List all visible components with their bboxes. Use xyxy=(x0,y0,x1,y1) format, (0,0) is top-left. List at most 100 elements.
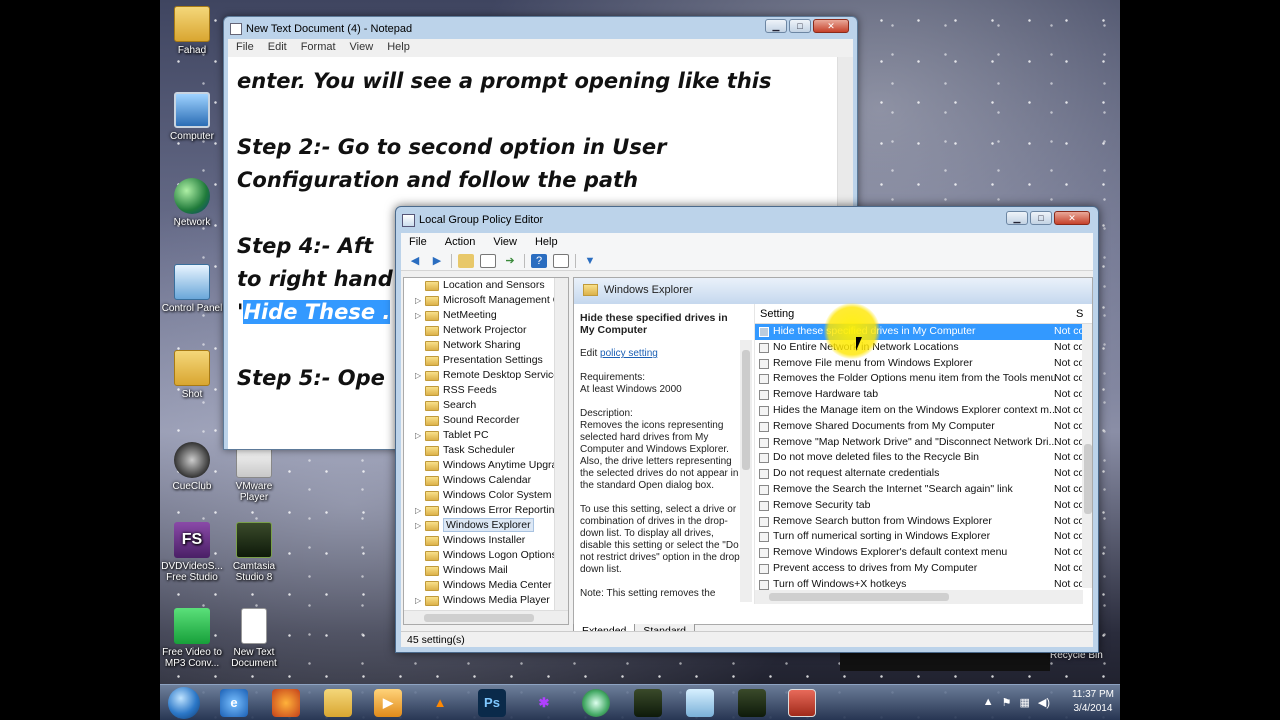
tree-item[interactable]: Sound Recorder xyxy=(404,413,568,428)
desktop-icon-cueclub[interactable]: CueClub xyxy=(160,442,224,492)
close-button[interactable]: ✕ xyxy=(813,19,849,33)
menu-view[interactable]: View xyxy=(493,236,517,248)
firefox-icon[interactable] xyxy=(272,689,300,717)
setting-row[interactable]: No Entire Network in Network Locations No… xyxy=(755,340,1092,356)
setting-row[interactable]: Hide these specified drives in My Comput… xyxy=(755,324,1092,340)
tree-item[interactable]: Search xyxy=(404,398,568,413)
column-state[interactable]: S xyxy=(1076,308,1083,320)
internet-explorer-icon[interactable]: e xyxy=(220,689,248,717)
start-button[interactable] xyxy=(168,687,200,719)
policy-tree[interactable]: Location and Sensors ▷ Microsoft Managemen… xyxy=(403,277,569,625)
group-policy-taskbar-icon[interactable] xyxy=(788,689,816,717)
setting-row[interactable]: Turn off numerical sorting in Windows Ex… xyxy=(755,529,1092,545)
close-button[interactable]: ✕ xyxy=(1054,211,1090,225)
show-hidden-icons-icon[interactable]: ▲ xyxy=(983,696,994,709)
settings-vertical-scrollbar[interactable] xyxy=(1082,324,1092,588)
desktop-icon-vmware[interactable]: VMware Player xyxy=(222,442,286,503)
desktop-icon-camtasia[interactable]: Camtasia Studio 8 xyxy=(222,522,286,583)
menu-action[interactable]: Action xyxy=(445,236,476,248)
help-icon[interactable]: ? xyxy=(531,253,547,268)
tree-item[interactable]: Windows Mail xyxy=(404,563,568,578)
media-player-icon[interactable]: ▶ xyxy=(374,689,402,717)
notepad-titlebar[interactable]: New Text Document (4) - Notepad ▁ □ ✕ xyxy=(224,17,857,39)
setting-row[interactable]: Do not move deleted files to the Recycle… xyxy=(755,450,1092,466)
tree-item[interactable]: ▷ Windows Error Reporting xyxy=(404,503,568,518)
maximize-button[interactable]: □ xyxy=(789,19,811,33)
desktop-icon-new-text-document[interactable]: New Text Document xyxy=(222,608,286,669)
tree-item[interactable]: ▷ Microsoft Management C xyxy=(404,293,568,308)
tree-item[interactable]: ▷ Windows Media Player xyxy=(404,593,568,608)
tree-horizontal-scrollbar[interactable] xyxy=(404,610,568,624)
column-setting[interactable]: Setting xyxy=(760,308,794,320)
network-tray-icon[interactable]: ▦ xyxy=(1019,696,1029,709)
file-explorer-icon[interactable] xyxy=(324,689,352,717)
expand-arrow-icon[interactable]: ▷ xyxy=(415,308,421,323)
desktop-icon-free-video-to-mp3[interactable]: Free Video to MP3 Conv... xyxy=(160,608,224,669)
setting-row[interactable]: Remove Security tab Not co xyxy=(755,498,1092,514)
desktop-icon-dvdvideosoft[interactable]: FS DVDVideoS... Free Studio xyxy=(160,522,224,583)
menu-file[interactable]: File xyxy=(236,41,254,55)
desktop-icon-network[interactable]: Network xyxy=(160,178,224,228)
expand-arrow-icon[interactable]: ▷ xyxy=(415,593,421,608)
forward-arrow-icon[interactable]: ▶ xyxy=(429,254,445,268)
expand-arrow-icon[interactable]: ▷ xyxy=(415,503,421,518)
tree-item[interactable]: Windows Anytime Upgra xyxy=(404,458,568,473)
volume-icon[interactable]: ◀) xyxy=(1038,696,1050,709)
menu-view[interactable]: View xyxy=(350,41,374,55)
expand-arrow-icon[interactable]: ▷ xyxy=(415,293,421,308)
menu-format[interactable]: Format xyxy=(301,41,336,55)
expand-arrow-icon[interactable]: ▷ xyxy=(415,518,421,533)
setting-row[interactable]: Remove "Map Network Drive" and "Disconne… xyxy=(755,435,1092,451)
back-arrow-icon[interactable]: ◀ xyxy=(407,254,423,268)
properties-icon[interactable] xyxy=(553,253,569,268)
tree-item[interactable]: Windows Installer xyxy=(404,533,568,548)
maximize-button[interactable]: □ xyxy=(1030,211,1052,225)
setting-row[interactable]: Removes the Folder Options menu item fro… xyxy=(755,371,1092,387)
desktop-icon-fahad[interactable]: Fahad xyxy=(160,6,224,56)
description-scrollbar[interactable] xyxy=(740,340,752,602)
notepad-taskbar-icon[interactable] xyxy=(686,689,714,717)
setting-row[interactable]: Hides the Manage item on the Windows Exp… xyxy=(755,403,1092,419)
export-list-icon[interactable]: ➔ xyxy=(502,254,518,268)
setting-row[interactable]: Remove Search button from Windows Explor… xyxy=(755,514,1092,530)
setting-row[interactable]: Remove Windows Explorer's default contex… xyxy=(755,545,1092,561)
tree-item[interactable]: ▷ Tablet PC xyxy=(404,428,568,443)
expand-arrow-icon[interactable]: ▷ xyxy=(415,368,421,383)
settings-list[interactable]: Setting S Hide these specified drives in… xyxy=(754,304,1092,604)
settings-horizontal-scrollbar[interactable] xyxy=(755,590,1083,604)
tree-item[interactable]: RSS Feeds xyxy=(404,383,568,398)
minimize-button[interactable]: ▁ xyxy=(765,19,787,33)
spider-app-icon[interactable]: ✱ xyxy=(530,689,558,717)
tree-item[interactable]: Presentation Settings xyxy=(404,353,568,368)
clock[interactable]: 11:37 PM 3/4/2014 xyxy=(1072,688,1114,716)
action-center-flag-icon[interactable]: ⚑ xyxy=(1002,696,1012,709)
desktop-icon-control-panel[interactable]: Control Panel xyxy=(160,264,224,314)
desktop-icon-computer[interactable]: Computer xyxy=(160,92,224,142)
group-policy-editor-window[interactable]: Local Group Policy Editor ▁ □ ✕ File Act… xyxy=(395,206,1099,653)
tree-item[interactable]: Task Scheduler xyxy=(404,443,568,458)
tree-item[interactable]: Network Sharing xyxy=(404,338,568,353)
show-hide-tree-icon[interactable] xyxy=(480,253,496,268)
menu-edit[interactable]: Edit xyxy=(268,41,287,55)
camtasia-recorder-icon[interactable] xyxy=(738,689,766,717)
desktop-icon-shot[interactable]: Shot xyxy=(160,350,224,400)
tree-item[interactable]: Windows Media Center xyxy=(404,578,568,593)
tree-vertical-scrollbar[interactable] xyxy=(554,278,568,612)
edit-policy-setting-link[interactable]: policy setting xyxy=(600,348,658,359)
setting-row[interactable]: Remove the Search the Internet "Search a… xyxy=(755,482,1092,498)
up-folder-icon[interactable] xyxy=(458,253,474,268)
photoshop-icon[interactable]: Ps xyxy=(478,689,506,717)
menu-help[interactable]: Help xyxy=(535,236,558,248)
tree-item[interactable]: Windows Color System xyxy=(404,488,568,503)
camtasia-taskbar-icon[interactable] xyxy=(634,689,662,717)
tree-item[interactable]: Location and Sensors xyxy=(404,278,568,293)
minimize-button[interactable]: ▁ xyxy=(1006,211,1028,225)
tree-item[interactable]: Windows Logon Options xyxy=(404,548,568,563)
setting-row[interactable]: Do not request alternate credentials Not … xyxy=(755,466,1092,482)
disc-app-icon[interactable] xyxy=(582,689,610,717)
expand-arrow-icon[interactable]: ▷ xyxy=(415,428,421,443)
setting-row[interactable]: Remove Hardware tab Not co xyxy=(755,387,1092,403)
setting-row[interactable]: Prevent access to drives from My Compute… xyxy=(755,561,1092,577)
vlc-icon[interactable]: ▲ xyxy=(426,689,454,717)
menu-help[interactable]: Help xyxy=(387,41,410,55)
